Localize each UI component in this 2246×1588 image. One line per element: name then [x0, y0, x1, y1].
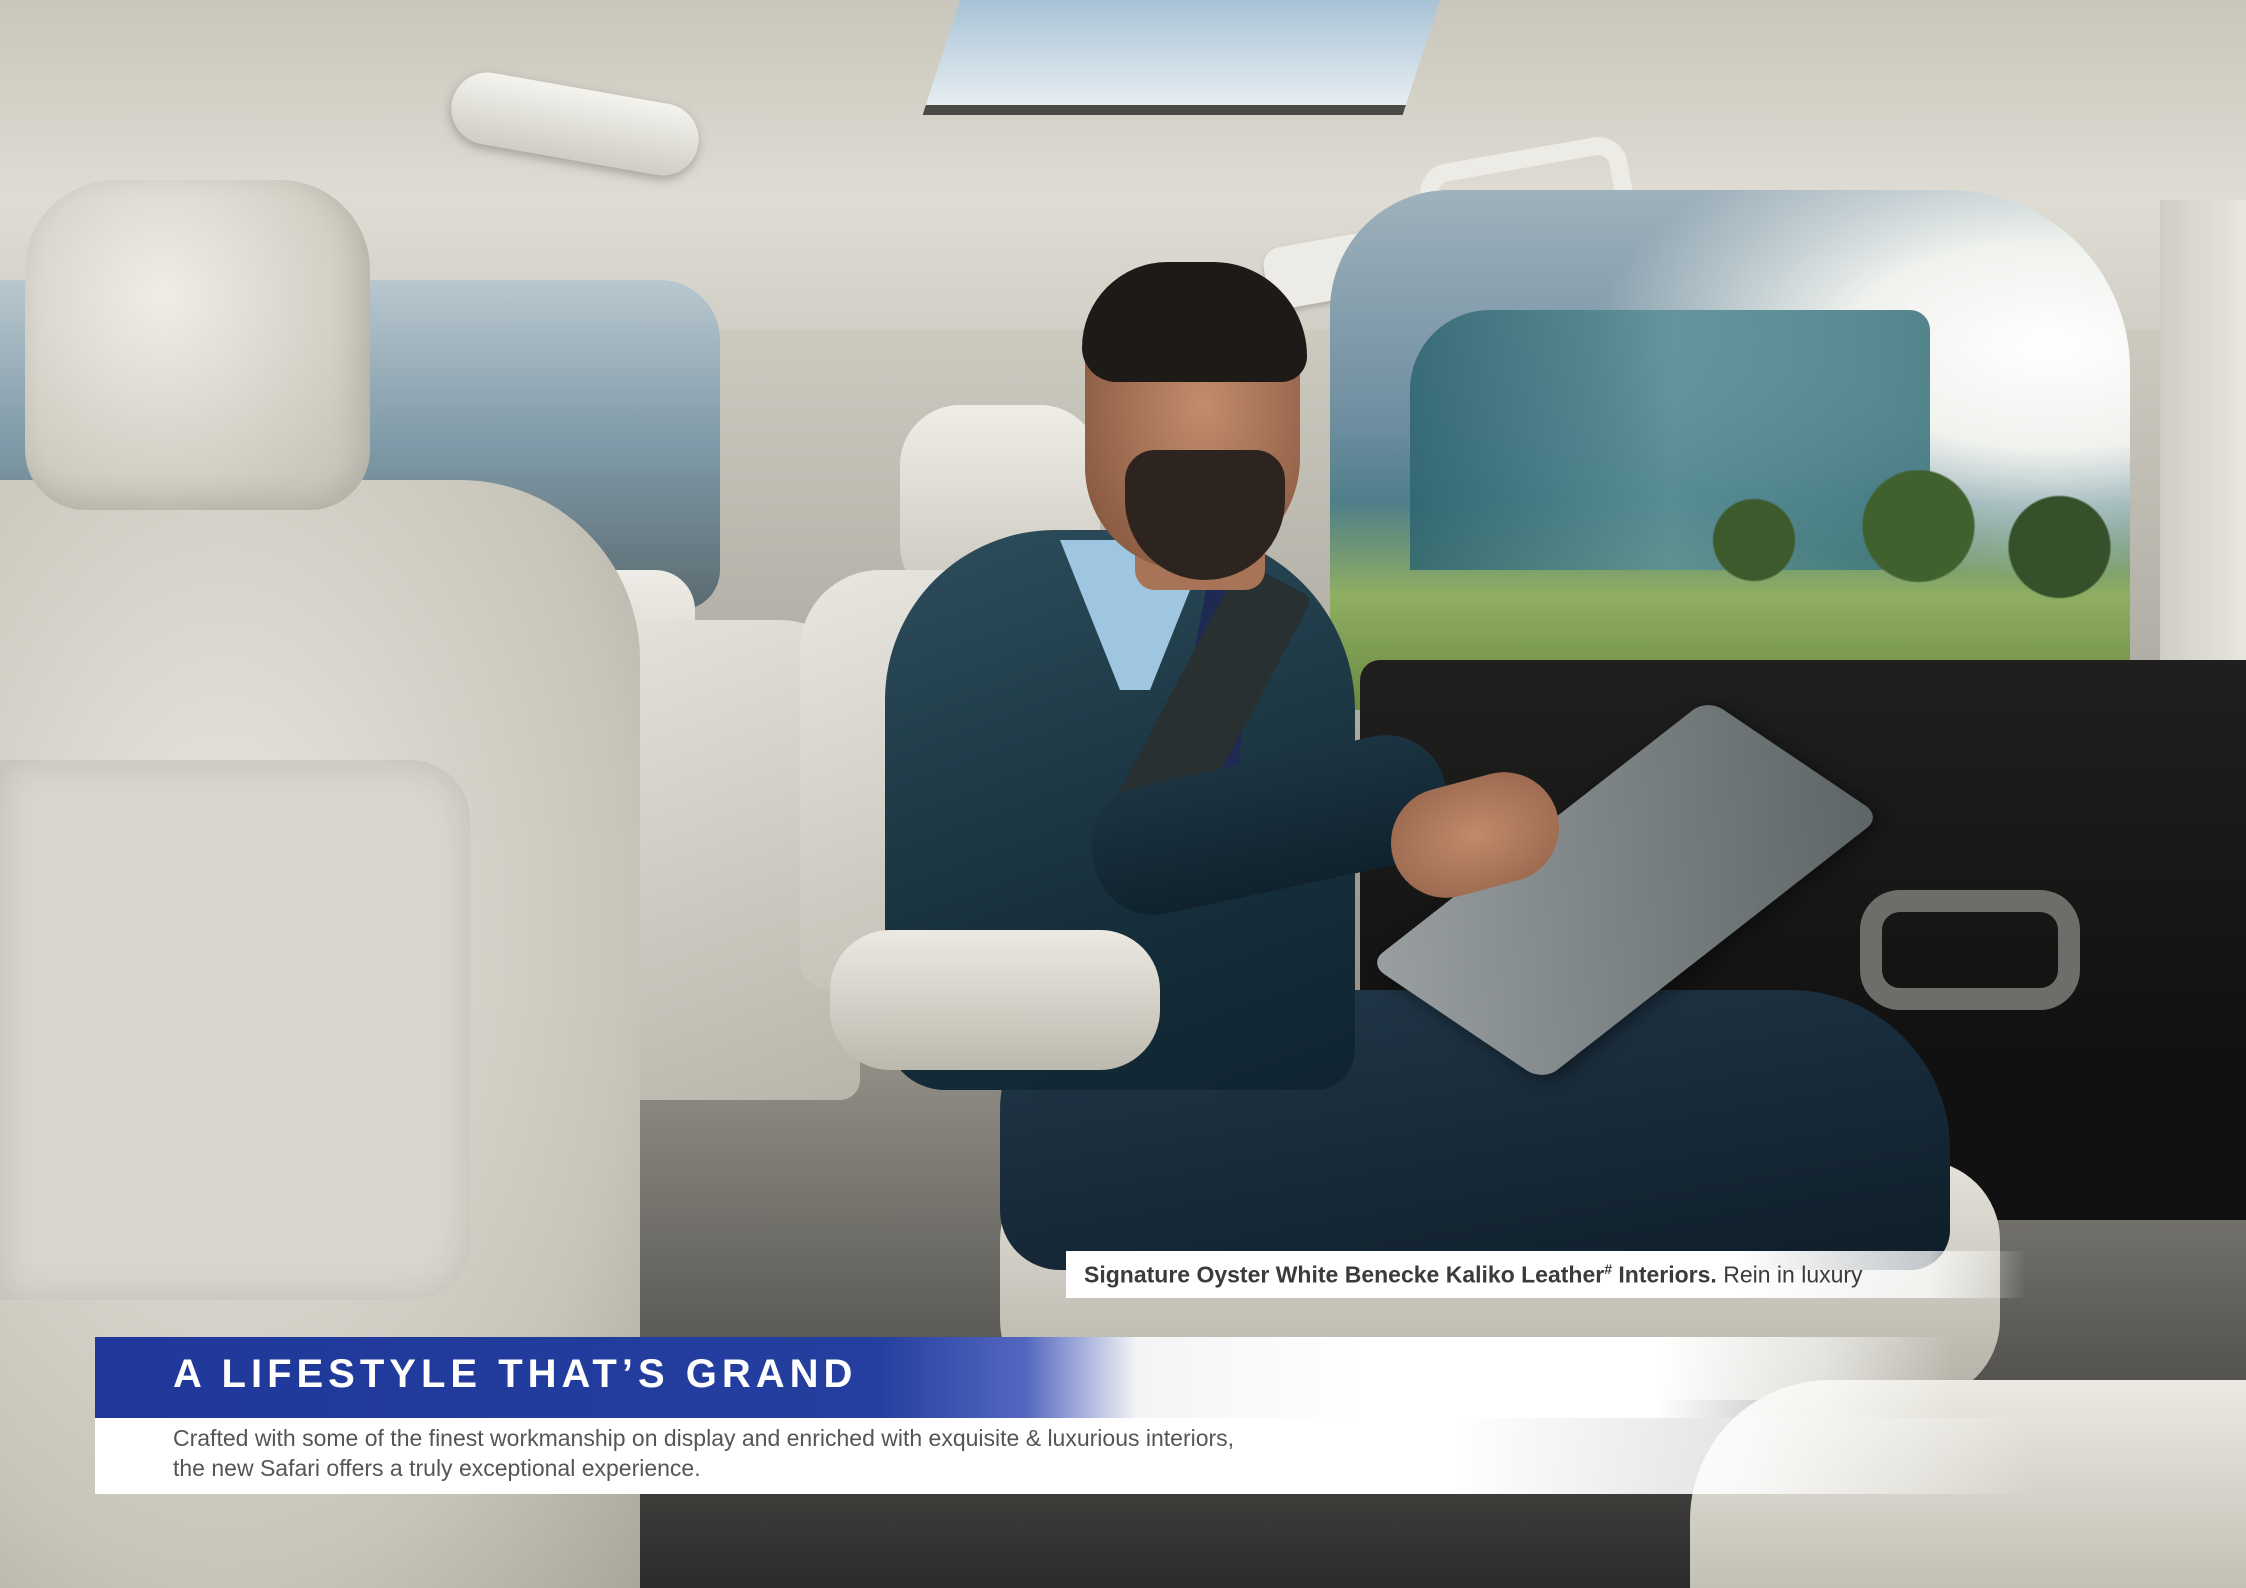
side-window	[1330, 190, 2130, 710]
armrest	[830, 930, 1160, 1070]
caption-bold-tail: Interiors.	[1612, 1261, 1717, 1288]
front-seat-panel	[0, 760, 470, 1300]
caption-superscript: #	[1604, 1260, 1613, 1277]
body-line-2: the new Safari offers a truly exceptiona…	[173, 1455, 701, 1481]
body-line-1: Crafted with some of the finest workmans…	[173, 1425, 1235, 1451]
front-seat-headrest	[25, 180, 370, 510]
caption-text: Signature Oyster White Benecke Kaliko Le…	[1084, 1261, 1863, 1289]
caption-bold: Signature Oyster White Benecke Kaliko Le…	[1084, 1261, 1605, 1288]
door-handle	[1860, 890, 2080, 1010]
image-caption: Signature Oyster White Benecke Kaliko Le…	[1066, 1251, 2026, 1298]
trees-outside	[1660, 470, 2130, 610]
caption-rest: Rein in luxury	[1716, 1261, 1863, 1288]
page-headline: A LIFESTYLE THAT’S GRAND	[173, 1352, 858, 1396]
sunroof	[922, 0, 1440, 115]
